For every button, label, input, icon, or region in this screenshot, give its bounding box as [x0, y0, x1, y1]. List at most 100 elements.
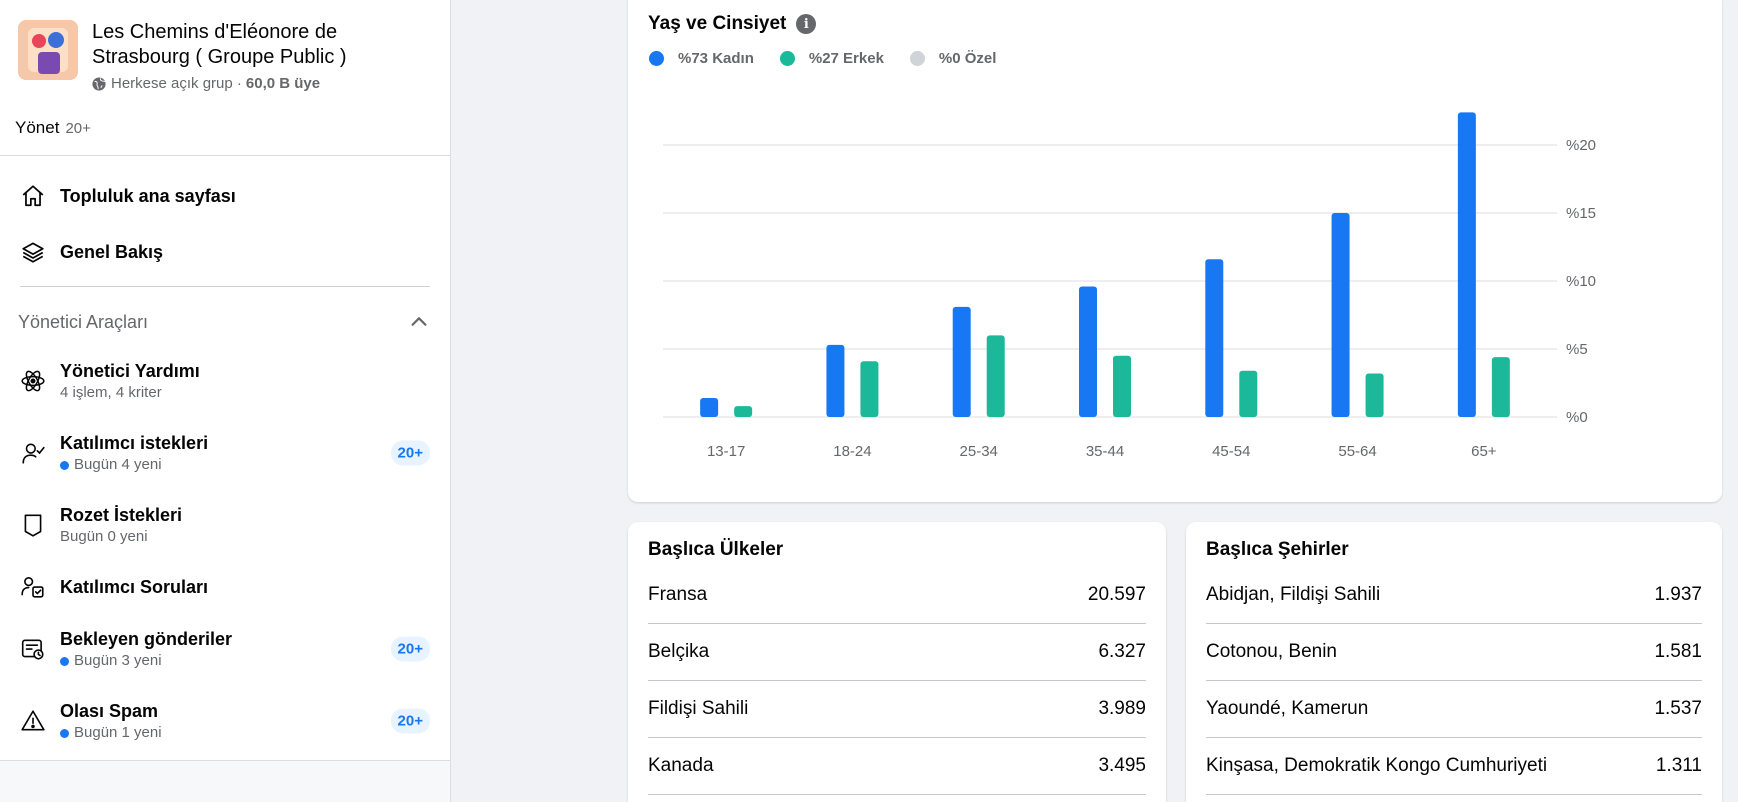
divider	[20, 286, 430, 287]
list-item: Kanada 3.495	[648, 738, 1146, 795]
admin-assist-icon	[18, 366, 48, 396]
sidebar-footer	[0, 760, 450, 802]
tool-subtitle-text: Bugün 3 yeni	[74, 652, 162, 669]
tool-badge-requests[interactable]: Rozet İstekleri Bugün 0 yeni	[18, 489, 430, 561]
tool-title: Katılımcı istekleri	[60, 433, 209, 453]
tool-admin-assist[interactable]: Yönetici Yardımı 4 işlem, 4 kriter	[18, 345, 430, 417]
country-value: 6.327	[1098, 641, 1146, 662]
list-item: Kinşasa, Demokratik Kongo Cumhuriyeti 1.3…	[1206, 738, 1702, 795]
x-tick-label: 13-17	[707, 443, 745, 460]
group-name[interactable]: Les Chemins d'Eléonore de Strasbourg ( G…	[92, 20, 347, 70]
bar-male	[1239, 370, 1258, 417]
city-name: Yaoundé, Kamerun	[1206, 698, 1369, 719]
countries-list: Fransa 20.597 Belçika 6.327 Fildişi Sahili…	[648, 567, 1146, 795]
manage-row[interactable]: Yönet 20+	[0, 102, 450, 156]
country-name: Fildişi Sahili	[648, 698, 749, 719]
manage-label: Yönet	[15, 118, 60, 137]
manage-count: 20+	[65, 120, 91, 137]
age-gender-chart: %0 %5 %10 %15 %20 13-17 18-24 25-34 35-44 45-54 55…	[663, 112, 1596, 460]
count-badge: 20+	[390, 636, 430, 662]
tool-potential-spam[interactable]: Olası Spam Bugün 1 yeni 20+	[18, 685, 430, 757]
group-privacy: Herkese açık grup ·	[111, 75, 242, 92]
y-tick-label: %5	[1566, 341, 1588, 358]
tool-member-questions[interactable]: Katılımcı Soruları	[18, 561, 430, 613]
group-meta: Herkese açık grup · 60,0 B üye	[92, 75, 347, 92]
tool-title: Rozet İstekleri	[60, 505, 183, 525]
age-gender-card: Yaş ve Cinsiyet i %73 Kadın %27 Erkek %0…	[628, 0, 1722, 502]
bar-female	[826, 344, 845, 417]
city-value: 1.311	[1655, 755, 1702, 776]
nav-label: Genel Bakış	[60, 241, 164, 262]
nav-label: Topluluk ana sayfası	[60, 185, 236, 206]
country-name: Fransa	[648, 584, 708, 605]
city-name: Cotonou, Benin	[1206, 641, 1337, 662]
city-name: Kinşasa, Demokratik Kongo Cumhuriyeti	[1206, 755, 1548, 776]
top-countries-card: Başlıca Ülkeler Fransa 20.597 Belçika 6.32…	[628, 522, 1166, 802]
group-member-count: 60,0 B üye	[245, 75, 321, 92]
globe-icon	[92, 76, 106, 91]
count-badge: 20+	[390, 440, 430, 466]
tool-subtitle-text: Bugün 1 yeni	[74, 724, 162, 741]
tool-member-requests[interactable]: Katılımcı istekleri Bugün 4 yeni 20+	[18, 417, 430, 489]
admin-tools-header[interactable]: Yönetici Araçları	[18, 299, 430, 345]
bar-male	[860, 361, 879, 417]
bar-male	[986, 335, 1005, 417]
y-tick-label: %15	[1566, 205, 1596, 222]
list-item: Yaoundé, Kamerun 1.537	[1206, 681, 1702, 738]
list-item: Belçika 6.327	[648, 624, 1146, 681]
tool-title: Olası Spam	[60, 701, 159, 721]
tool-subtitle: Bugün 4 yeni	[60, 455, 208, 475]
bar-female	[952, 306, 971, 417]
person-check-icon	[18, 438, 48, 468]
country-value: 20.597	[1087, 584, 1146, 605]
nav-item-community-home[interactable]: Topluluk ana sayfası	[18, 168, 430, 224]
bar-male	[1365, 373, 1384, 417]
bar-female	[700, 397, 719, 417]
list-item: Cotonou, Benin 1.581	[1206, 624, 1702, 681]
x-tick-label: 65+	[1471, 443, 1497, 460]
new-dot	[60, 460, 69, 470]
bar-female	[1457, 112, 1476, 418]
group-name-line2[interactable]: Strasbourg ( Groupe Public )	[92, 45, 347, 70]
bar-male	[734, 406, 753, 417]
x-tick-label: 55-64	[1338, 443, 1376, 460]
x-tick-label: 25-34	[960, 443, 998, 460]
country-value: 3.495	[1098, 755, 1146, 776]
tool-subtitle: Bugün 0 yeni	[60, 528, 148, 545]
bar-male	[1113, 355, 1131, 417]
top-cities-card: Başlıca Şehirler Abidjan, Fildişi Sahili…	[1186, 522, 1722, 802]
list-item: Fransa 20.597	[648, 567, 1146, 624]
tool-title: Yönetici Yardımı	[60, 361, 200, 381]
badge-icon	[18, 510, 48, 540]
bar-male	[1491, 357, 1510, 417]
new-dot	[60, 728, 69, 738]
chevron-up-icon[interactable]	[408, 311, 430, 333]
list-item: Fildişi Sahili 3.989	[648, 681, 1146, 738]
bar-female	[1205, 259, 1224, 417]
tool-subtitle: Bugün 3 yeni	[60, 651, 232, 671]
y-tick-label: %10	[1566, 273, 1596, 290]
warning-icon	[18, 706, 48, 736]
pending-posts-icon	[18, 634, 48, 664]
y-tick-label: %0	[1566, 409, 1588, 426]
nav-item-overview[interactable]: Genel Bakış	[18, 224, 430, 280]
city-value: 1.537	[1654, 698, 1702, 719]
city-value: 1.937	[1654, 584, 1702, 605]
bar-female	[1331, 213, 1350, 417]
group-header: Les Chemins d'Eléonore de Strasbourg ( G…	[0, 0, 450, 102]
x-tick-label: 45-54	[1212, 443, 1250, 460]
group-avatar[interactable]	[18, 20, 78, 80]
bar-female	[1079, 286, 1097, 417]
layers-icon	[18, 237, 48, 267]
tool-pending-posts[interactable]: Bekleyen gönderiler Bugün 3 yeni 20+	[18, 613, 430, 685]
list-item: Abidjan, Fildişi Sahili 1.937	[1206, 567, 1702, 624]
x-tick-label: 18-24	[833, 443, 871, 460]
tool-subtitle: 4 işlem, 4 kriter	[60, 384, 162, 401]
country-name: Kanada	[648, 755, 714, 776]
group-name-line1[interactable]: Les Chemins d'Eléonore de	[92, 20, 347, 45]
top-countries-title: Başlıca Ülkeler	[648, 539, 784, 560]
top-cities-title: Başlıca Şehirler	[1206, 539, 1349, 560]
new-dot	[60, 656, 69, 666]
x-tick-label: 35-44	[1086, 443, 1124, 460]
person-form-icon	[18, 572, 48, 602]
